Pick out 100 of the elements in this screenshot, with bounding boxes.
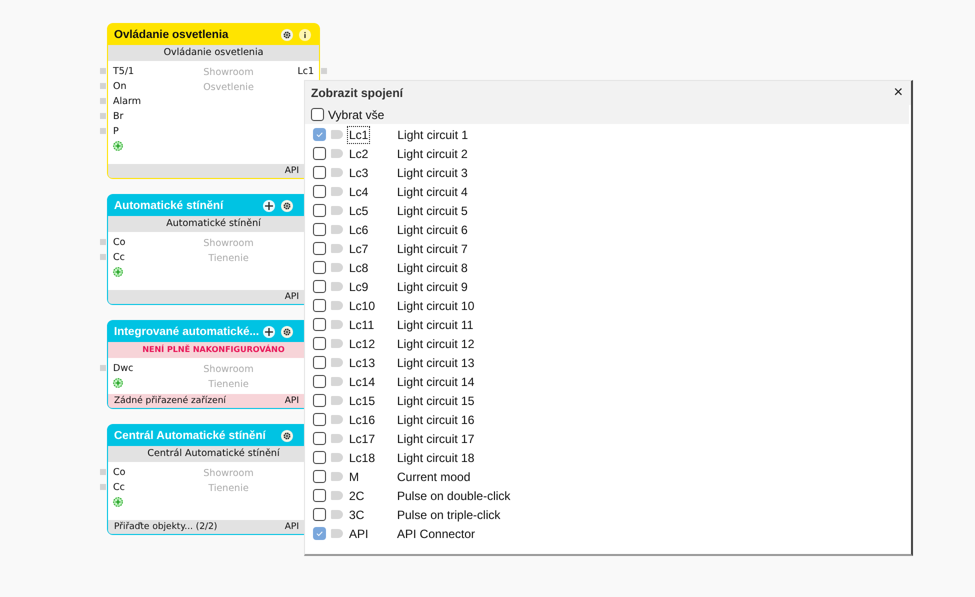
settings-icon[interactable] bbox=[281, 200, 293, 212]
close-button[interactable]: × bbox=[892, 84, 905, 102]
checkbox[interactable] bbox=[313, 337, 326, 350]
add-icon[interactable] bbox=[113, 378, 123, 388]
connection-name: Light circuit 6 bbox=[397, 222, 468, 236]
select-all-label[interactable]: Vybrat vše bbox=[328, 108, 384, 122]
connection-code[interactable]: Lc1 bbox=[347, 126, 370, 144]
connector-icon bbox=[331, 415, 343, 424]
settings-icon[interactable] bbox=[281, 28, 293, 40]
checkbox[interactable] bbox=[313, 470, 326, 483]
move-icon[interactable] bbox=[263, 200, 275, 212]
input-label: Cc bbox=[113, 482, 125, 493]
connector-icon bbox=[331, 206, 343, 215]
category-label: Osvetlenie bbox=[203, 81, 254, 95]
add-icon[interactable] bbox=[113, 497, 123, 507]
connection-code[interactable]: Lc8 bbox=[347, 258, 391, 276]
checkbox[interactable] bbox=[313, 432, 326, 445]
checkbox[interactable] bbox=[311, 108, 324, 121]
dialog-title: Zobrazit spojení bbox=[311, 86, 404, 100]
connector-icon bbox=[331, 168, 343, 177]
checkbox[interactable] bbox=[313, 204, 326, 217]
footer-status: Zádné přiřazené zařízení bbox=[114, 394, 226, 408]
checkbox[interactable] bbox=[313, 356, 326, 369]
connector-icon bbox=[331, 377, 343, 386]
connection-code[interactable]: Lc7 bbox=[347, 240, 391, 258]
connector-icon bbox=[331, 453, 343, 462]
connection-name: Light circuit 5 bbox=[397, 204, 468, 218]
checkbox[interactable] bbox=[313, 166, 326, 179]
node-title: Centrál Automatické stínění bbox=[114, 430, 267, 442]
connection-code[interactable]: Lc2 bbox=[347, 144, 391, 162]
node-title: Integrované automatické... bbox=[114, 326, 260, 338]
input-label: T5/1 bbox=[113, 66, 134, 77]
connector-icon bbox=[331, 472, 343, 481]
connection-code[interactable]: Lc9 bbox=[347, 278, 391, 296]
connector-icon bbox=[331, 434, 343, 443]
input-label: Cc bbox=[113, 252, 125, 263]
checkbox[interactable] bbox=[313, 375, 326, 388]
connection-code[interactable]: Lc4 bbox=[347, 182, 391, 200]
checkbox[interactable] bbox=[313, 451, 326, 464]
connector-icon bbox=[331, 282, 343, 291]
connection-code[interactable]: Lc14 bbox=[347, 372, 391, 390]
checkbox[interactable] bbox=[313, 489, 326, 502]
connection-code[interactable]: Lc12 bbox=[347, 334, 391, 352]
checkbox[interactable] bbox=[313, 299, 326, 312]
connection-name: Light circuit 14 bbox=[397, 374, 474, 388]
connection-name: Light circuit 10 bbox=[397, 298, 474, 312]
connector-icon bbox=[331, 339, 343, 348]
checkbox[interactable] bbox=[313, 318, 326, 331]
footer-label: API bbox=[284, 395, 299, 408]
connector-icon bbox=[331, 187, 343, 196]
connector-icon bbox=[331, 244, 343, 253]
add-icon[interactable] bbox=[113, 267, 123, 277]
node-title: Automatické stínění bbox=[114, 200, 224, 212]
connection-code[interactable]: Lc11 bbox=[347, 316, 391, 334]
connection-name: Light circuit 16 bbox=[397, 412, 474, 426]
connection-code[interactable]: Lc16 bbox=[347, 410, 391, 428]
connection-code[interactable]: Lc18 bbox=[347, 448, 391, 466]
connection-name: Light circuit 17 bbox=[397, 432, 474, 446]
connection-code[interactable]: API bbox=[347, 524, 391, 542]
connection-code[interactable]: Lc3 bbox=[347, 164, 391, 182]
connection-name: Light circuit 3 bbox=[397, 166, 468, 180]
checkbox[interactable] bbox=[313, 185, 326, 198]
add-icon[interactable] bbox=[113, 141, 123, 151]
checkbox[interactable] bbox=[313, 223, 326, 236]
connection-code[interactable]: M bbox=[347, 468, 391, 486]
settings-icon[interactable] bbox=[281, 430, 293, 442]
connection-code[interactable]: Lc6 bbox=[347, 220, 391, 238]
connection-code[interactable]: 3C bbox=[347, 506, 391, 524]
connection-code[interactable]: Lc17 bbox=[347, 430, 391, 448]
input-label: Dwc bbox=[113, 363, 134, 374]
settings-icon[interactable] bbox=[281, 326, 293, 338]
info-icon[interactable] bbox=[299, 28, 311, 40]
checkbox[interactable] bbox=[313, 280, 326, 293]
connection-name: Light circuit 9 bbox=[397, 280, 468, 294]
connection-code[interactable]: Lc13 bbox=[347, 354, 391, 372]
move-icon[interactable] bbox=[263, 326, 275, 338]
connection-name: Light circuit 7 bbox=[397, 242, 468, 256]
checkbox[interactable] bbox=[313, 261, 326, 274]
location-label: Showroom bbox=[203, 363, 254, 377]
checkbox[interactable] bbox=[313, 413, 326, 426]
checkbox[interactable] bbox=[313, 128, 326, 141]
connection-code[interactable]: Lc15 bbox=[347, 392, 391, 410]
connection-name: Light circuit 15 bbox=[397, 394, 474, 408]
category-label: Tienenie bbox=[208, 482, 249, 496]
connection-name: Pulse on double-click bbox=[397, 488, 510, 502]
checkbox[interactable] bbox=[313, 508, 326, 521]
footer-label: API bbox=[284, 165, 299, 178]
checkbox[interactable] bbox=[313, 147, 326, 160]
input-label: Co bbox=[113, 237, 126, 248]
checkbox[interactable] bbox=[313, 394, 326, 407]
connection-name: Light circuit 8 bbox=[397, 260, 468, 274]
input-label: On bbox=[113, 81, 126, 92]
connection-code[interactable]: Lc5 bbox=[347, 202, 391, 220]
connector-icon bbox=[331, 358, 343, 367]
input-label: Br bbox=[113, 111, 124, 122]
connection-code[interactable]: Lc10 bbox=[347, 296, 391, 314]
checkbox[interactable] bbox=[313, 527, 326, 540]
connection-code[interactable]: 2C bbox=[347, 486, 391, 504]
category-label: Tienenie bbox=[208, 378, 249, 392]
checkbox[interactable] bbox=[313, 242, 326, 255]
